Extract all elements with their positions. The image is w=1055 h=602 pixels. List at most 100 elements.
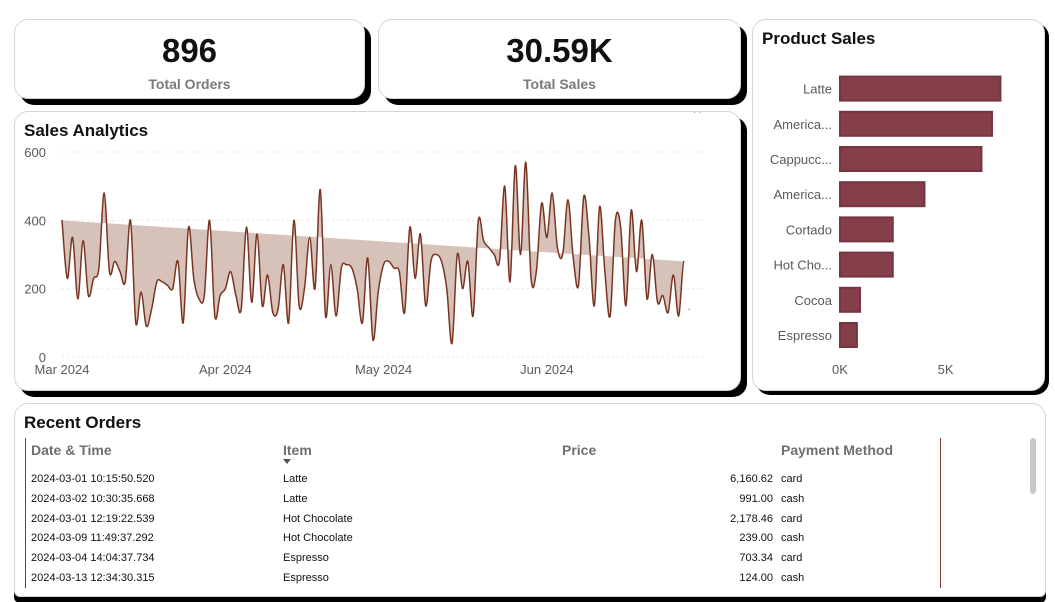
product-sales-chart: Latte America... Cappucc... America... Corta…: [770, 75, 1002, 377]
table-row[interactable]: 2024-03-01 12:19:22.539 Hot Chocolate 2,17…: [15, 513, 935, 531]
sales-data-point: [240, 308, 242, 310]
sales-data-point: [382, 264, 385, 266]
table-row[interactable]: 2024-03-04 14:04:37.734 Espresso 703.34 car…: [15, 552, 935, 570]
sales-data-point: [166, 284, 169, 286]
sales-data-point: [467, 260, 469, 262]
x-tick-label: Mar 2024: [35, 362, 90, 377]
sales-data-point: [483, 240, 485, 242]
table-row[interactable]: 2024-03-09 11:49:37.292 Hot Chocolate 239.…: [15, 532, 935, 550]
sales-data-point: [598, 206, 601, 208]
table-scrollbar[interactable]: [1030, 438, 1036, 494]
table-row[interactable]: 2024-03-01 10:15:50.520 Latte 6,160.62 card: [15, 473, 935, 491]
cell-payment-method: cash: [781, 492, 805, 505]
sales-data-point: [150, 308, 153, 310]
cell-datetime: 2024-03-13 12:34:30.315: [31, 572, 155, 584]
total-orders-card: 896 Total Orders: [14, 19, 365, 99]
y-tick-label: 200: [24, 282, 46, 297]
cell-item: Hot Chocolate: [283, 512, 353, 525]
sales-data-point: [324, 315, 327, 317]
sort-descending-icon[interactable]: [283, 459, 291, 464]
sales-data-point: [699, 112, 701, 113]
sales-data-point: [541, 202, 543, 204]
sales-data-point: [124, 281, 126, 283]
recent-orders-card: Recent Orders Date & Time Item Price Pay…: [14, 403, 1046, 597]
sales-data-point: [678, 315, 680, 317]
sales-data-point: [577, 284, 580, 286]
total-sales-card: 30.59K Total Sales: [378, 19, 741, 99]
sales-data-point: [298, 305, 300, 307]
sales-data-point: [230, 270, 232, 273]
product-sales-bar: [839, 146, 983, 172]
sales-data-point: [61, 219, 63, 221]
sales-data-point: [588, 236, 590, 239]
sales-data-point: [193, 277, 195, 280]
recent-orders-title: Recent Orders: [24, 413, 142, 432]
sales-data-point: [245, 226, 248, 228]
sales-data-point: [667, 311, 669, 314]
column-header-payment-method[interactable]: Payment Method: [781, 442, 893, 458]
sales-data-point: [614, 219, 617, 221]
sales-data-point: [519, 253, 522, 256]
sales-data-point: [403, 311, 406, 314]
cell-datetime: 2024-03-04 14:04:37.734: [31, 552, 155, 565]
table-row[interactable]: 2024-03-13 12:34:30.315 Espresso 124.00 cas…: [15, 572, 935, 590]
sales-data-point: [630, 209, 632, 211]
sales-data-point: [108, 270, 111, 273]
sales-data-point: [208, 219, 211, 221]
table-right-border: [940, 438, 941, 588]
sales-data-point: [498, 260, 501, 262]
sales-data-point: [114, 260, 116, 262]
sales-data-point: [172, 288, 174, 290]
sales-data-point: [261, 305, 263, 307]
column-header-price[interactable]: Price: [562, 442, 596, 458]
cell-price: 239.00: [739, 532, 773, 545]
sales-data-point: [203, 294, 205, 297]
sales-data-point: [419, 233, 421, 235]
column-header-datetime[interactable]: Date & Time: [31, 442, 112, 458]
sales-data-point: [372, 339, 374, 341]
sales-data-point: [140, 291, 142, 293]
sales-data-point: [177, 260, 179, 262]
sales-data-point: [77, 298, 79, 300]
sales-data-point: [98, 267, 100, 269]
sales-data-point: [388, 260, 390, 262]
sales-data-point: [346, 264, 348, 266]
cell-payment-method: card: [781, 512, 803, 525]
x-tick-label: May 2024: [355, 362, 412, 377]
sales-data-point: [620, 226, 622, 228]
cell-payment-method: card: [781, 473, 803, 485]
sales-data-point: [66, 277, 68, 280]
sales-data-point: [556, 247, 559, 249]
cell-payment-method: cash: [781, 532, 805, 545]
sales-data-point: [514, 165, 516, 167]
table-row[interactable]: 2024-03-02 10:30:35.668 Latte 991.00 cash: [15, 493, 935, 511]
total-orders-label: Total Orders: [148, 76, 231, 92]
sales-data-point: [303, 288, 306, 290]
sales-data-point: [367, 257, 369, 259]
sales-data-point: [609, 315, 611, 317]
cell-price: 991.00: [739, 492, 773, 505]
product-sales-bar: [839, 216, 894, 243]
sales-data-point: [525, 161, 527, 163]
bar-category-label: Latte: [803, 82, 832, 97]
sales-data-point: [583, 195, 585, 198]
bar-category-label: Hot Cho...: [773, 258, 832, 273]
cell-datetime: 2024-03-01 10:15:50.520: [31, 473, 155, 485]
sales-data-point: [335, 315, 337, 317]
column-header-item[interactable]: Item: [283, 442, 312, 458]
sales-data-point: [87, 294, 89, 297]
sales-data-point: [651, 253, 653, 256]
cell-datetime: 2024-03-09 11:49:37.292: [31, 532, 154, 545]
total-sales-value: 30.59K: [506, 32, 613, 69]
cell-payment-method: cash: [781, 572, 805, 584]
product-sales-bar: [839, 322, 858, 348]
sales-data-point: [662, 294, 664, 297]
sales-data-point: [272, 311, 274, 314]
sales-data-point: [361, 322, 364, 324]
total-sales-label: Total Sales: [523, 76, 596, 92]
sales-data-point: [430, 260, 432, 262]
bar-x-tick-label: 0K: [832, 362, 848, 377]
sales-data-point: [119, 270, 121, 273]
sales-data-point: [187, 226, 190, 228]
sales-data-point: [409, 226, 411, 228]
